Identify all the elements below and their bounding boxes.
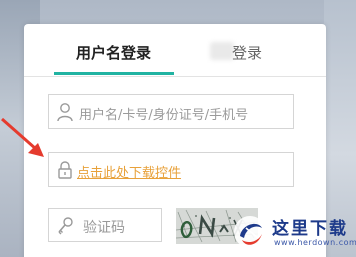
watermark-logo-icon xyxy=(232,214,268,250)
tab-other-login[interactable]: 登录 xyxy=(232,42,262,63)
tab-username-login[interactable]: 用户名登录 xyxy=(76,42,151,63)
username-placeholder: 用户名/卡号/身份证号/手机号 xyxy=(79,108,249,123)
captcha-field[interactable]: 验证码 xyxy=(48,208,162,242)
user-icon xyxy=(56,102,74,122)
plugin-download-field[interactable]: 点击此处下载控件 xyxy=(48,152,294,187)
tab-label-obscured xyxy=(210,42,234,60)
active-tab-indicator xyxy=(54,72,174,75)
login-page: 用户名登录 登录 用户名/卡号/身份证号/手机号 点击此处下载控件 验证码 这里… xyxy=(0,0,356,257)
login-tabs: 用户名登录 登录 xyxy=(24,24,326,77)
lock-icon xyxy=(56,160,74,180)
watermark-url: www.herdown.com xyxy=(274,238,356,247)
captcha-placeholder: 验证码 xyxy=(83,220,125,236)
download-plugin-link[interactable]: 点击此处下载控件 xyxy=(77,162,181,181)
username-field[interactable]: 用户名/卡号/身份证号/手机号 xyxy=(48,94,294,129)
site-watermark: 这里下载 www.herdown.com xyxy=(232,212,356,256)
key-icon xyxy=(56,216,74,236)
watermark-title: 这里下载 xyxy=(272,219,348,239)
red-arrow-icon xyxy=(0,115,48,161)
